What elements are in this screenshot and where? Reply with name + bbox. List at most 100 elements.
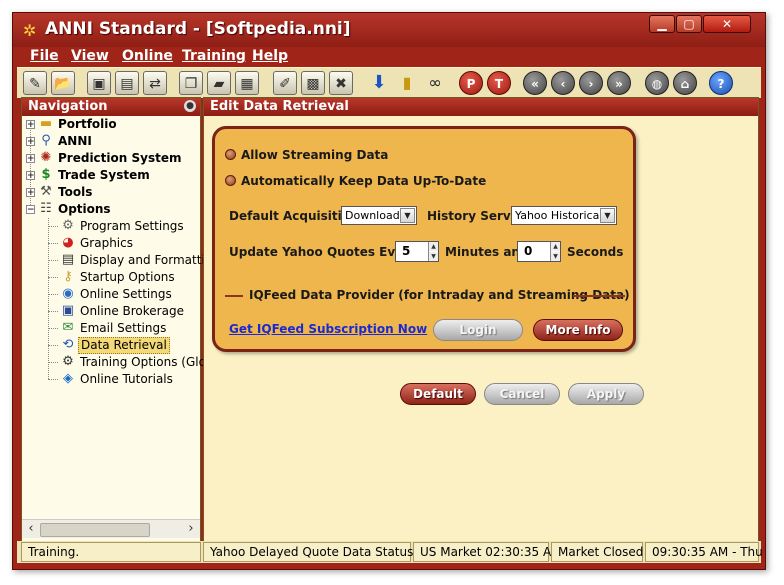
p-icon[interactable]: P	[459, 71, 483, 95]
dollar-icon: $	[41, 167, 51, 182]
t-icon[interactable]: T	[487, 71, 511, 95]
tree-item-label: ANNI	[58, 134, 92, 148]
history-server-select[interactable]: Yahoo Historical ▼	[511, 206, 617, 225]
history-server-value: Yahoo Historical	[515, 209, 603, 222]
auto-update-label: Automatically Keep Data Up-To-Date	[241, 174, 487, 188]
tree-item-label: Online Brokerage	[80, 304, 184, 318]
tree-line	[48, 226, 58, 227]
horizontal-scrollbar[interactable]: ‹ ›	[22, 519, 200, 538]
quote-status-label: Yahoo Delayed Quote Data Status	[210, 545, 414, 559]
wrench-icon: ⚒	[40, 184, 52, 199]
home-icon[interactable]: ⌂	[673, 71, 697, 95]
edit-icon[interactable]: ✐	[273, 71, 297, 95]
menu-view[interactable]: View	[71, 48, 109, 64]
chevron-down-icon[interactable]: ▼	[400, 208, 415, 223]
tree-line	[48, 362, 58, 363]
options-icon: ☷	[40, 201, 52, 216]
navigation-header: Navigation ●	[22, 98, 200, 116]
pages-icon[interactable]: ▦	[235, 71, 259, 95]
navigation-title: Navigation	[28, 99, 108, 114]
stepper-down-icon[interactable]: ▼	[551, 252, 560, 261]
tree-line	[48, 328, 58, 329]
save-icon[interactable]: ▣	[87, 71, 111, 95]
brokerage-icon: ▣	[61, 303, 75, 318]
expand-icon[interactable]: +	[26, 171, 35, 181]
first-icon[interactable]: «	[523, 71, 547, 95]
tree-item-data-retrieval[interactable]: ⟲ Data Retrieval	[60, 337, 180, 354]
help-icon[interactable]: ?	[709, 71, 733, 95]
tree-item-label: Options	[58, 202, 111, 216]
status-state: Training.	[21, 542, 201, 562]
scroll-left-icon[interactable]: ‹	[23, 521, 39, 537]
radio-icon[interactable]	[225, 149, 236, 160]
open-folder-icon[interactable]: 📂	[51, 71, 75, 95]
tree-line	[48, 311, 58, 312]
last-icon[interactable]: »	[607, 71, 631, 95]
title-bar[interactable]: ✲ ANNI Standard - [Softpedia.nni] ▁ ▢ ✕	[13, 13, 765, 47]
globe-icon[interactable]: ◍	[645, 71, 669, 95]
new-file-icon[interactable]: ✎	[23, 71, 47, 95]
data-retrieval-icon: ⟲	[62, 337, 74, 352]
table-icon: ▤	[61, 252, 75, 267]
expand-icon[interactable]: +	[26, 120, 35, 130]
menu-training[interactable]: Training	[182, 48, 246, 64]
expand-icon[interactable]: +	[26, 137, 35, 147]
radio-icon[interactable]	[225, 175, 236, 186]
grid-icon[interactable]: ▩	[301, 71, 325, 95]
minutes-value: 5	[402, 244, 411, 258]
stepper-up-icon[interactable]: ▲	[429, 242, 438, 251]
collapse-icon[interactable]: −	[26, 205, 35, 215]
minutes-stepper[interactable]: 5 ▲ ▼	[395, 241, 439, 262]
allow-streaming-label: Allow Streaming Data	[241, 148, 389, 162]
seconds-stepper[interactable]: 0 ▲ ▼	[517, 241, 561, 262]
tutorial-icon: ◈	[63, 371, 73, 386]
tree-item-label: Email Settings	[80, 321, 167, 335]
app-logo-icon: ✲	[23, 21, 37, 40]
scroll-right-icon[interactable]: ›	[183, 521, 199, 537]
pin-icon[interactable]: ●	[184, 100, 196, 112]
tree-item-label: Startup Options	[80, 270, 175, 284]
minimize-button[interactable]: ▁	[649, 15, 675, 33]
close-button[interactable]: ✕	[703, 15, 751, 33]
more-info-button[interactable]: More Info	[533, 319, 623, 341]
default-acquisition-select[interactable]: Download ▼	[341, 206, 417, 225]
tree-item-label: Online Tutorials	[80, 372, 173, 386]
next-icon[interactable]: ›	[579, 71, 603, 95]
apply-button[interactable]: Apply	[568, 383, 644, 405]
copy-icon[interactable]: ❐	[179, 71, 203, 95]
cancel-button[interactable]: Cancel	[484, 383, 560, 405]
stepper-up-icon[interactable]: ▲	[551, 242, 560, 251]
swap-icon[interactable]: ⇄	[143, 71, 167, 95]
save-as-icon[interactable]: ▤	[115, 71, 139, 95]
folder-open-icon[interactable]: ▰	[207, 71, 231, 95]
menu-help[interactable]: Help	[252, 48, 288, 64]
menu-online[interactable]: Online	[122, 48, 173, 64]
scroll-thumb[interactable]	[40, 523, 150, 537]
graphics-icon: ◕	[62, 235, 74, 250]
expand-icon[interactable]: +	[26, 188, 35, 198]
expand-icon[interactable]: +	[26, 154, 35, 164]
tree-item-label: Online Settings	[80, 287, 172, 301]
gear-icon: ⚙	[62, 218, 74, 233]
default-acquisition-value: Download	[345, 209, 400, 222]
quote-status: Yahoo Delayed Quote Data Status	[203, 542, 428, 562]
chart-icon[interactable]: ▮	[395, 71, 419, 95]
menu-file[interactable]: File	[30, 48, 59, 64]
window-title: ANNI Standard - [Softpedia.nni]	[45, 19, 351, 39]
folder-icon: ▬	[39, 116, 53, 131]
prev-icon[interactable]: ‹	[551, 71, 575, 95]
tree-item-label: Prediction System	[58, 151, 182, 165]
download-icon[interactable]: ⬇	[367, 71, 391, 95]
tree-item-label: Training Options (Globa	[80, 355, 221, 369]
maximize-button[interactable]: ▢	[676, 15, 702, 33]
binoculars-icon[interactable]: ∞	[423, 71, 447, 95]
tree-line	[48, 345, 58, 346]
chevron-down-icon[interactable]: ▼	[600, 208, 615, 223]
default-button[interactable]: Default	[400, 383, 476, 405]
stepper-down-icon[interactable]: ▼	[429, 252, 438, 261]
iqfeed-subscription-link[interactable]: Get IQFeed Subscription Now	[229, 322, 427, 336]
login-button[interactable]: Login	[433, 319, 523, 341]
email-icon: ✉	[62, 320, 74, 335]
delete-icon[interactable]: ✖	[329, 71, 353, 95]
tree-item-label: Tools	[58, 185, 93, 199]
